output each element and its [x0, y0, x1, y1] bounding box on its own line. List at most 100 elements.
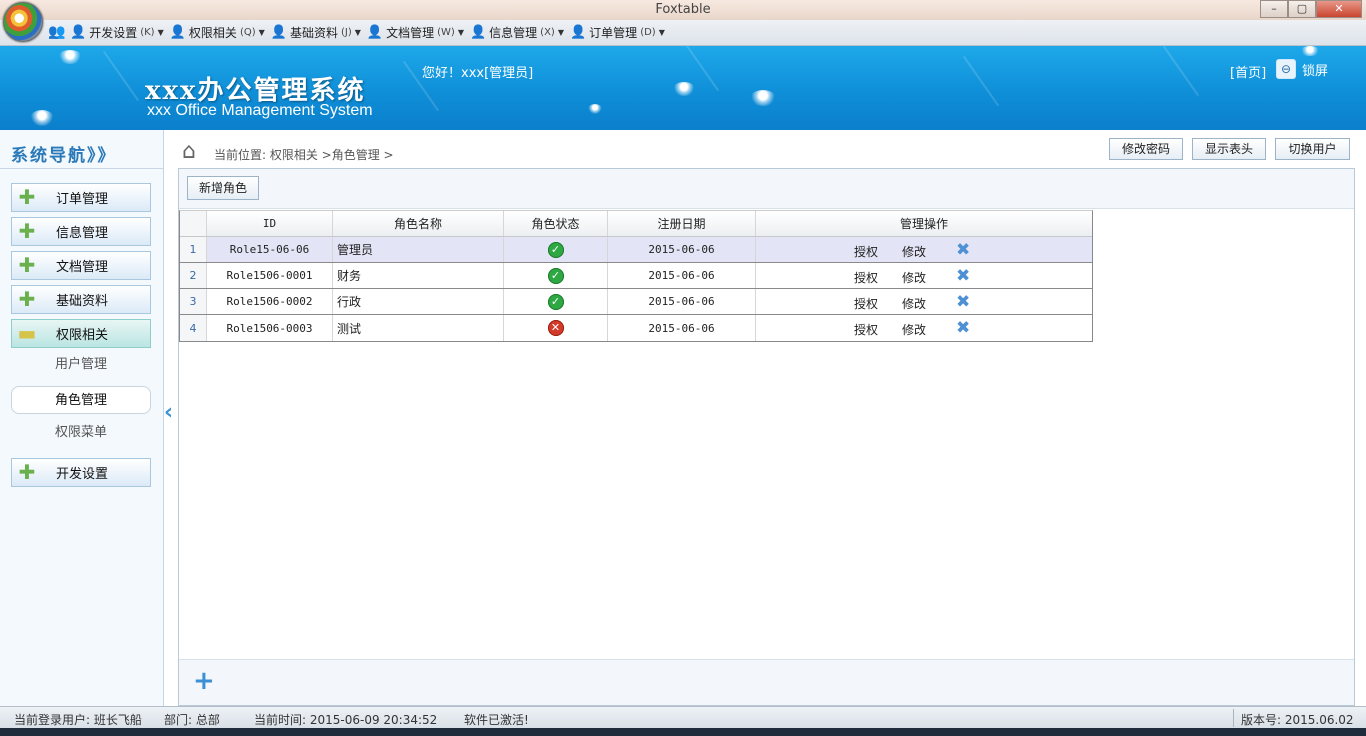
- role-id: Role15-06-06: [207, 237, 333, 262]
- status-login-user: 当前登录用户: 班长飞船: [14, 713, 142, 727]
- authorize-button[interactable]: 授权: [854, 321, 878, 338]
- taskbar: [0, 728, 1366, 736]
- add-icon[interactable]: +: [193, 666, 215, 696]
- delete-icon[interactable]: ✖: [956, 318, 970, 338]
- lock-screen-button[interactable]: ⊖ 锁屏: [1276, 59, 1328, 79]
- nav-item-label: 权限相关: [56, 328, 109, 343]
- nav-item-orders[interactable]: ✚ 订单管理: [11, 183, 151, 212]
- edit-button[interactable]: 修改: [902, 269, 926, 286]
- column-header-ops[interactable]: 管理操作: [756, 211, 1092, 236]
- status-version: 版本号: 2015.06.02: [1241, 713, 1354, 727]
- greeting-text: 您好！xxx[管理员]: [422, 66, 534, 81]
- row-number: 3: [180, 289, 207, 314]
- nav-item-basic-data[interactable]: ✚ 基础资料: [11, 285, 151, 314]
- nav-item-label: 信息管理: [56, 226, 109, 241]
- menu-item[interactable]: 👤 权限相关 (Q) ▼: [170, 24, 265, 41]
- menu-item-shortcut: (W): [437, 27, 455, 38]
- role-name: 管理员: [333, 237, 504, 262]
- minus-icon: ▬: [17, 320, 37, 345]
- row-number: 1: [180, 237, 207, 262]
- user-icon: 👤: [169, 25, 186, 40]
- sub-item-role-management[interactable]: 角色管理: [11, 386, 151, 414]
- maximize-button[interactable]: ▢: [1288, 0, 1316, 18]
- table-row[interactable]: 1 Role15-06-06 管理员 ✓ 2015-06-06 授权 修改 ✖: [180, 237, 1092, 263]
- home-link[interactable]: [首页]: [1230, 62, 1266, 81]
- column-header-id[interactable]: ID: [207, 211, 333, 236]
- system-subtitle: xxx Office Management System: [147, 102, 373, 119]
- menu-item[interactable]: 👤 开发设置 (K) ▼: [70, 24, 164, 41]
- nav-item-label: 基础资料: [56, 294, 109, 309]
- menu-item-label: 基础资料: [289, 26, 338, 40]
- delete-icon[interactable]: ✖: [956, 266, 970, 286]
- column-header-date[interactable]: 注册日期: [608, 211, 756, 236]
- column-header-name[interactable]: 角色名称: [333, 211, 504, 236]
- sub-item-user-management[interactable]: 用户管理: [11, 351, 151, 379]
- change-password-button[interactable]: 修改密码: [1109, 138, 1183, 160]
- edit-button[interactable]: 修改: [902, 321, 926, 338]
- minimize-button[interactable]: –: [1260, 0, 1288, 18]
- menu-item-label: 文档管理: [386, 26, 435, 40]
- authorize-button[interactable]: 授权: [854, 295, 878, 312]
- add-role-button[interactable]: 新增角色: [187, 176, 259, 200]
- nav-item-permissions[interactable]: ▬ 权限相关: [11, 319, 151, 348]
- show-header-button[interactable]: 显示表头: [1192, 138, 1266, 160]
- left-navigation: 系统导航》》 ✚ 订单管理 ✚ 信息管理 ✚ 文档管理 ✚ 基础资料 ▬ 权限相…: [0, 130, 164, 706]
- role-id: Role1506-0001: [207, 263, 333, 288]
- menu-item-shortcut: (K): [140, 27, 155, 38]
- title-bar: Foxtable – ▢ ✕: [0, 0, 1366, 20]
- status-department: 部门: 总部: [164, 713, 220, 727]
- nav-item-label: 开发设置: [56, 467, 109, 482]
- menu-item[interactable]: 👤 信息管理 (X) ▼: [470, 24, 564, 41]
- role-id: Role1506-0002: [207, 289, 333, 314]
- role-id: Role1506-0003: [207, 315, 333, 341]
- nav-item-documents[interactable]: ✚ 文档管理: [11, 251, 151, 280]
- menu-item-shortcut: (X): [540, 27, 555, 38]
- role-table: ID 角色名称 角色状态 注册日期 管理操作 1 Role15-06-06 管理员 ✓…: [179, 210, 1093, 342]
- water-drop-icon: [58, 50, 82, 64]
- close-button[interactable]: ✕: [1316, 0, 1362, 18]
- chevron-down-icon: ▼: [258, 28, 265, 37]
- menu-item-label: 开发设置: [89, 26, 138, 40]
- row-actions: 授权 修改 ✖: [756, 315, 1092, 341]
- chevron-down-icon: ▼: [157, 28, 164, 37]
- menu-item[interactable]: 👤 基础资料 (J) ▼: [271, 24, 361, 41]
- delete-icon[interactable]: ✖: [956, 240, 970, 260]
- edit-button[interactable]: 修改: [902, 243, 926, 260]
- column-header-status[interactable]: 角色状态: [504, 211, 608, 236]
- nav-item-dev-settings[interactable]: ✚ 开发设置: [11, 458, 151, 487]
- menu-item-label: 权限相关: [188, 26, 237, 40]
- chevron-down-icon: ▼: [658, 28, 665, 37]
- delete-icon[interactable]: ✖: [956, 292, 970, 312]
- app-orb-icon[interactable]: [3, 2, 43, 42]
- menu-list: 👤 开发设置 (K) ▼ 👤 权限相关 (Q) ▼ 👤 基础资料 (J) ▼ 👤 文档管理 (W) ▼ 👤 信息管…: [70, 24, 665, 41]
- register-date: 2015-06-06: [608, 315, 756, 341]
- menu-item[interactable]: 👤 订单管理 (D) ▼: [570, 24, 665, 41]
- role-name: 行政: [333, 289, 504, 314]
- plus-icon: ✚: [18, 286, 36, 311]
- header-banner: xxx办公管理系统 xxx Office Management System 您…: [0, 46, 1366, 130]
- x-circle-icon: ✕: [547, 320, 564, 336]
- edit-button[interactable]: 修改: [902, 295, 926, 312]
- role-status: ✕: [504, 315, 608, 341]
- menu-item-label: 订单管理: [589, 26, 638, 40]
- status-divider: [1233, 709, 1234, 727]
- role-name: 测试: [333, 315, 504, 341]
- water-drop-icon: [30, 110, 54, 126]
- sub-item-permission-menu[interactable]: 权限菜单: [11, 419, 151, 447]
- main-panel: 新增角色 ID 角色名称 角色状态 注册日期 管理操作 1 Role15-06-0…: [178, 168, 1355, 706]
- role-status: ✓: [504, 289, 608, 314]
- nav-item-info[interactable]: ✚ 信息管理: [11, 217, 151, 246]
- authorize-button[interactable]: 授权: [854, 243, 878, 260]
- table-row[interactable]: 3 Role1506-0002 行政 ✓ 2015-06-06 授权 修改 ✖: [180, 289, 1092, 315]
- table-header: ID 角色名称 角色状态 注册日期 管理操作: [180, 211, 1092, 237]
- user-icon: 👤: [569, 25, 587, 40]
- collapse-sidebar-icon[interactable]: ‹: [164, 400, 173, 425]
- table-row[interactable]: 4 Role1506-0003 测试 ✕ 2015-06-06 授权 修改 ✖: [180, 315, 1092, 341]
- table-row[interactable]: 2 Role1506-0001 财务 ✓ 2015-06-06 授权 修改 ✖: [180, 263, 1092, 289]
- row-number: 4: [180, 315, 207, 341]
- user-icon: 👤: [70, 25, 87, 40]
- switch-user-button[interactable]: 切换用户: [1275, 138, 1350, 160]
- menu-item[interactable]: 👤 文档管理 (W) ▼: [367, 24, 464, 41]
- water-drop-icon: [673, 82, 695, 96]
- authorize-button[interactable]: 授权: [854, 269, 878, 286]
